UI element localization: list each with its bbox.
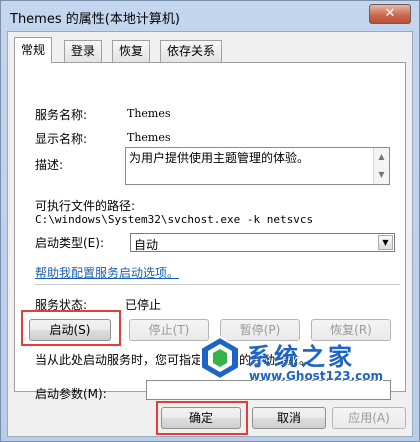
watermark-title: 系统之家 [247, 343, 355, 371]
path-label: 可执行文件的路径: [35, 199, 136, 213]
tab-dependencies[interactable]: 依存关系 [160, 40, 223, 62]
description-scrollbar[interactable]: ▲ ▼ [373, 148, 389, 184]
window-title: Themes 的属性(本地计算机) [10, 12, 180, 27]
watermark: 系统之家 www.Ghost123.com [197, 335, 397, 387]
apply-button[interactable]: 应用(A) [332, 407, 406, 429]
watermark-url: www.Ghost123.com [249, 369, 384, 383]
service-name-label: 服务名称: [35, 108, 88, 122]
separator [35, 284, 400, 285]
startup-type-label: 启动类型(E): [35, 236, 104, 250]
help-link[interactable]: 帮助我配置服务启动选项。 [35, 264, 179, 281]
service-name-value: Themes [127, 107, 171, 120]
description-label: 描述: [35, 158, 64, 172]
title-bar[interactable]: Themes 的属性(本地计算机) ✕ [1, 1, 419, 31]
tab-general[interactable]: 常规 [14, 37, 53, 63]
cancel-button[interactable]: 取消 [252, 407, 326, 429]
scroll-up-icon[interactable]: ▲ [374, 148, 389, 166]
watermark-logo-icon [200, 335, 240, 381]
params-label: 启动参数(M): [35, 387, 107, 401]
ok-button-highlight [156, 401, 248, 435]
startup-type-select[interactable]: 自动 ▼ [130, 233, 395, 252]
path-value: C:\windows\System32\svchost.exe -k netsv… [35, 213, 314, 226]
close-icon: ✕ [384, 6, 396, 21]
start-button-highlight [21, 310, 121, 346]
description-text: 为用户提供使用主题管理的体验。 [129, 151, 310, 165]
description-box[interactable]: 为用户提供使用主题管理的体验。 ▲ ▼ [125, 147, 390, 185]
startup-type-value: 自动 [134, 238, 159, 252]
tab-recovery[interactable]: 恢复 [112, 40, 151, 62]
chevron-down-icon[interactable]: ▼ [378, 235, 393, 250]
status-value: 已停止 [125, 298, 162, 312]
display-name-label: 显示名称: [35, 132, 88, 146]
properties-dialog: Themes 的属性(本地计算机) ✕ 常规 登录 恢复 依存关系 服务名称: … [0, 0, 420, 442]
close-button[interactable]: ✕ [369, 4, 411, 24]
scroll-down-icon[interactable]: ▼ [374, 166, 389, 184]
display-name-value: Themes [127, 131, 171, 144]
tab-logon[interactable]: 登录 [64, 40, 103, 62]
